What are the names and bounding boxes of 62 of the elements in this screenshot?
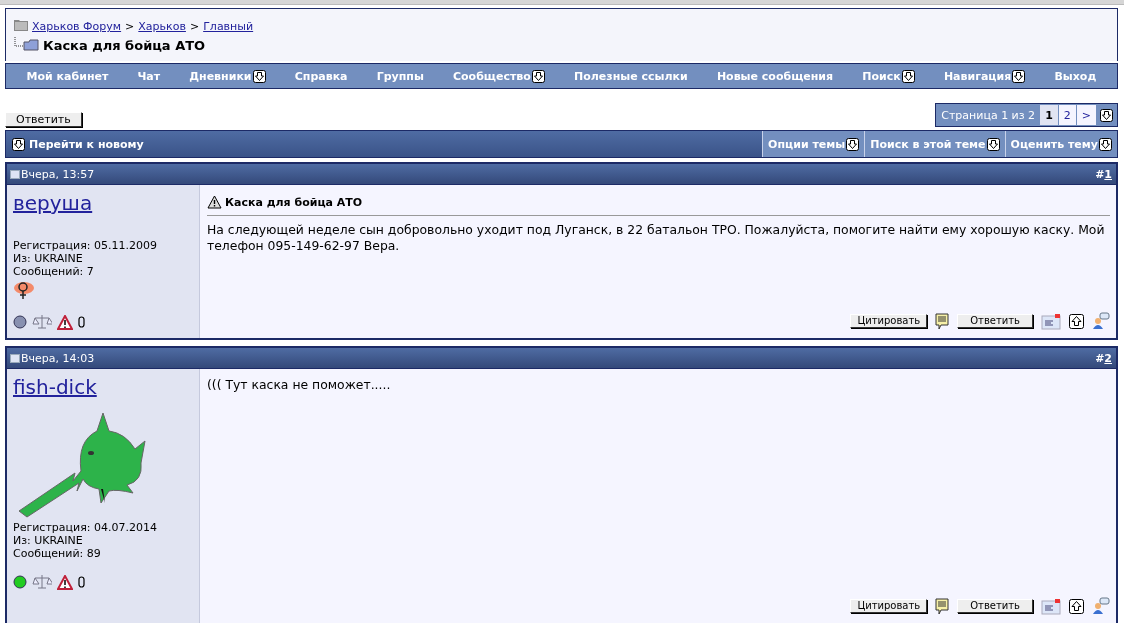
- registration-date: Регистрация: 05.11.2009: [13, 239, 158, 252]
- dropdown-arrow-icon[interactable]: [986, 137, 1000, 151]
- tree-folder-icon: [14, 37, 40, 51]
- user-location: Из: UKRAINE: [13, 534, 84, 547]
- speech-note-icon[interactable]: [935, 312, 950, 330]
- dropdown-arrow-icon[interactable]: [1012, 69, 1026, 83]
- post-number-prefix: #: [1095, 167, 1105, 181]
- post-text: На следующей неделе сын добровольно уходит под Луганск, в 22 батальон ТРО. Пожалуйста, помогите найти ему хорошую каску. Мой телефон 095-149-62-97 Вера.: [207, 222, 1106, 254]
- warning-icon: [207, 195, 222, 209]
- page-label: Страница 1 из 2: [940, 107, 1037, 124]
- dropdown-arrow-icon[interactable]: [531, 69, 545, 83]
- dropdown-arrow-icon[interactable]: [1099, 137, 1112, 151]
- folder-icon: [14, 19, 28, 31]
- post-icon: [10, 353, 20, 363]
- post-number-link[interactable]: 1: [1104, 167, 1112, 181]
- message-count: Сообщений: 7: [13, 265, 95, 278]
- username-link[interactable]: веруша: [13, 191, 93, 215]
- page-link[interactable]: >: [1076, 105, 1096, 125]
- post-date: Вчера, 13:57: [21, 167, 95, 181]
- envelope-icon[interactable]: [1041, 312, 1061, 330]
- female-sign-icon: [13, 280, 35, 300]
- post-icon: [10, 169, 20, 179]
- warning-icon[interactable]: [57, 574, 73, 590]
- scales-icon[interactable]: [32, 574, 52, 590]
- down-arrow-icon[interactable]: [12, 137, 25, 151]
- quote-button[interactable]: Цитировать: [850, 599, 928, 613]
- quote-button[interactable]: Цитировать: [850, 314, 928, 328]
- post-title: Каска для бойца АТО: [225, 195, 363, 209]
- warning-icon[interactable]: [57, 314, 73, 330]
- post-text: ((( Тут каска не поможет.....: [207, 377, 392, 393]
- post-number-prefix: #: [1095, 351, 1105, 365]
- post-date: Вчера, 14:03: [21, 351, 95, 365]
- up-arrow-icon[interactable]: [1069, 598, 1084, 614]
- reply-button[interactable]: Ответить: [957, 314, 1033, 328]
- goto-new-link[interactable]: Перейти к новому: [6, 131, 763, 157]
- page-link[interactable]: 1: [1040, 105, 1058, 125]
- breadcrumb-link[interactable]: Харьков: [138, 20, 186, 33]
- speech-note-icon[interactable]: [935, 597, 950, 615]
- reply-button[interactable]: Ответить: [5, 112, 82, 127]
- page-link[interactable]: 2: [1058, 105, 1076, 125]
- dropdown-arrow-icon[interactable]: [252, 69, 266, 83]
- message-count: Сообщений: 89: [13, 547, 102, 560]
- reply-button[interactable]: Ответить: [957, 599, 1033, 613]
- page-menu-icon[interactable]: [1100, 108, 1113, 122]
- paperclip-icon: [78, 316, 85, 328]
- up-arrow-icon[interactable]: [1069, 313, 1084, 329]
- envelope-icon[interactable]: [1041, 597, 1061, 615]
- user-speech-icon[interactable]: [1092, 597, 1110, 615]
- dropdown-arrow-icon[interactable]: [901, 69, 915, 83]
- paperclip-icon: [78, 576, 85, 588]
- breadcrumb-link[interactable]: Харьков Форум: [32, 20, 122, 33]
- registration-date: Регистрация: 04.07.2014: [13, 521, 158, 534]
- thread-title: Каска для бойца АТО: [43, 38, 206, 53]
- user-speech-icon[interactable]: [1092, 312, 1110, 330]
- username-link[interactable]: fish-dick: [13, 375, 97, 399]
- user-location: Из: UKRAINE: [13, 252, 84, 265]
- post-number-link[interactable]: 2: [1104, 351, 1112, 365]
- breadcrumb-separator: >: [189, 20, 200, 33]
- scales-icon[interactable]: [32, 314, 52, 330]
- dropdown-arrow-icon[interactable]: [846, 137, 860, 151]
- breadcrumb-link[interactable]: Главный: [203, 20, 254, 33]
- breadcrumb-separator: >: [125, 20, 135, 33]
